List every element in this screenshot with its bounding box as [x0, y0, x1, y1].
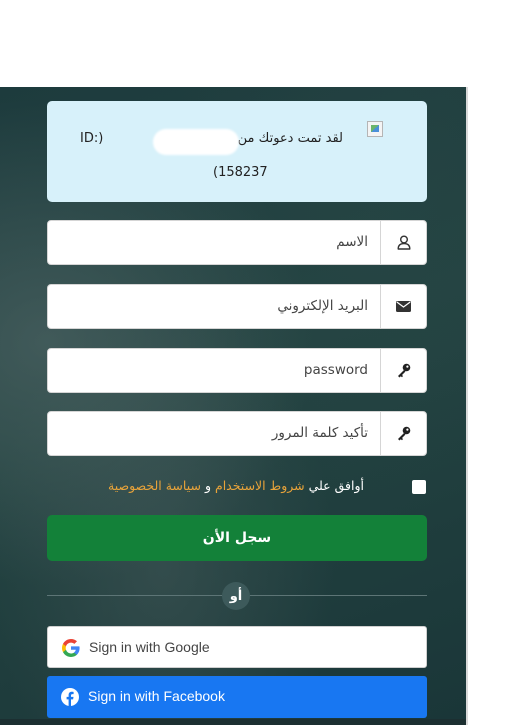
- confirm-password-placeholder: تأكيد كلمة المرور: [271, 425, 368, 441]
- key-icon: [380, 349, 426, 392]
- key-icon: [380, 412, 426, 455]
- envelope-icon: [380, 285, 426, 328]
- invite-id-prefix: ID:): [80, 131, 104, 146]
- invite-notice: لقد تمت دعوتك من قبل ID:) (158237: [47, 101, 427, 202]
- redacted-inviter-name: [153, 129, 239, 155]
- google-signin-label: Sign in with Google: [89, 639, 210, 655]
- agreement-text: أوافق علي شروط الاستخدام و سياسة الخصوصي…: [108, 478, 364, 493]
- agreement-label: أوافق علي: [308, 478, 364, 493]
- google-icon: [62, 639, 80, 661]
- facebook-signin-label: Sign in with Facebook: [88, 688, 225, 704]
- invite-id-number: (158237: [213, 165, 268, 180]
- privacy-link[interactable]: سياسة الخصوصية: [108, 478, 201, 493]
- facebook-signin-button[interactable]: Sign in with Facebook: [47, 676, 427, 718]
- confirm-password-field[interactable]: تأكيد كلمة المرور: [47, 411, 427, 456]
- name-placeholder: الاسم: [336, 234, 368, 250]
- agree-checkbox[interactable]: [412, 480, 426, 494]
- facebook-icon: [61, 688, 79, 710]
- terms-link[interactable]: شروط الاستخدام: [215, 478, 305, 493]
- panel-divider: [466, 87, 468, 725]
- register-button[interactable]: سجل الأن: [47, 515, 427, 561]
- user-icon: [380, 221, 426, 264]
- email-field[interactable]: البريد الإلكتروني: [47, 284, 427, 329]
- or-badge: أو: [222, 582, 250, 610]
- password-field[interactable]: password: [47, 348, 427, 393]
- password-placeholder: password: [303, 362, 368, 378]
- panel-bottom-edge: [0, 719, 466, 725]
- agreement-and: و: [204, 478, 211, 493]
- google-signin-button[interactable]: Sign in with Google: [47, 626, 427, 668]
- name-field[interactable]: الاسم: [47, 220, 427, 265]
- email-placeholder: البريد الإلكتروني: [277, 298, 368, 314]
- inviter-image-icon: [367, 121, 383, 137]
